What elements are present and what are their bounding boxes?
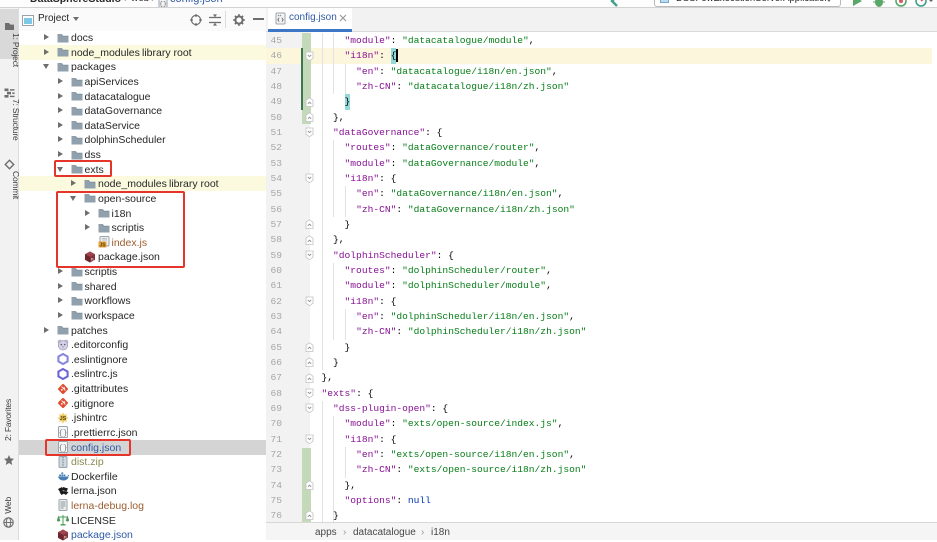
svg-text:{}: {} bbox=[58, 430, 67, 438]
svg-text:JS: JS bbox=[60, 416, 67, 422]
svg-text:{}: {} bbox=[159, 1, 167, 8]
